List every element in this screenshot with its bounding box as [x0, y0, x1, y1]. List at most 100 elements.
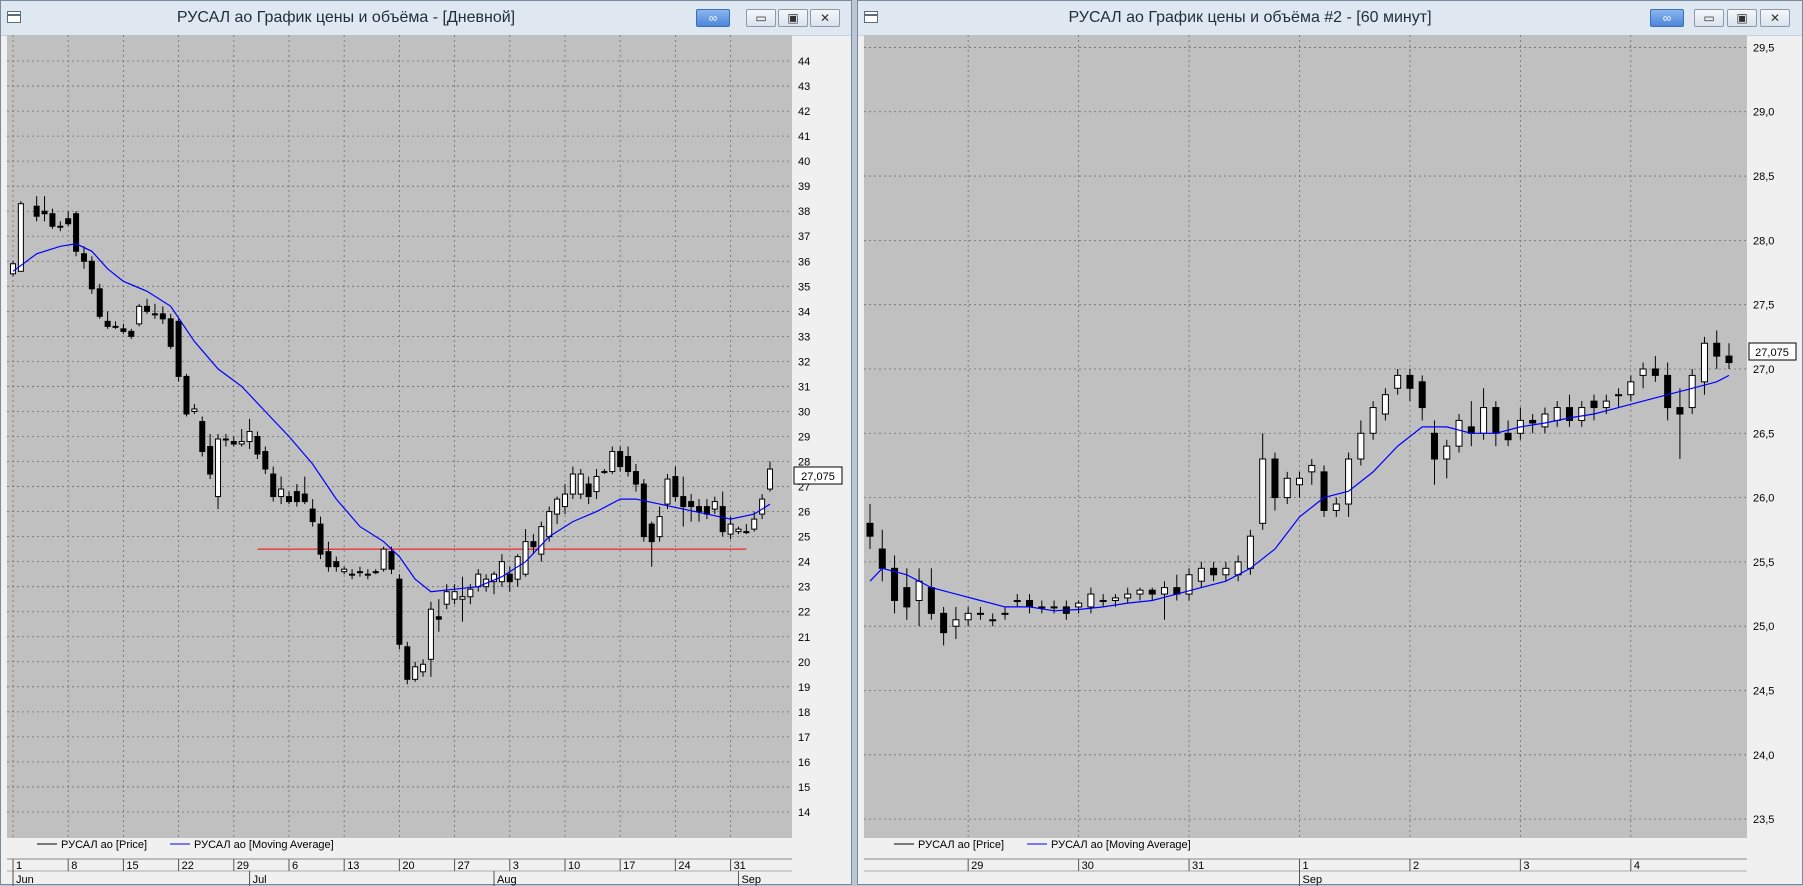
chart-area[interactable]: 14 15 16 17 18 19 20 21 22 23 24 25 26 27 28 29 30 31 32 33… [7, 35, 847, 886]
candle-body [866, 522, 874, 537]
candle-body [372, 571, 379, 574]
candle-body [293, 491, 300, 503]
candle-body [648, 523, 655, 543]
candle-body [1725, 355, 1733, 364]
y-tick-label: 34 [798, 306, 810, 318]
window-icon[interactable] [7, 11, 21, 23]
candle-body [1210, 567, 1218, 576]
candle-body [10, 263, 16, 275]
y-tick-label: 25 [798, 532, 810, 544]
x-tick-label: 1 [16, 860, 22, 872]
candle-body [609, 451, 616, 473]
x-tick-label: 8 [71, 860, 77, 872]
x-tick-label: 29 [237, 860, 249, 872]
candle-body [601, 471, 608, 474]
candle-body [427, 608, 434, 660]
maximize-button[interactable]: ▣ [1727, 9, 1757, 27]
candle-body [262, 451, 269, 470]
candle-body [530, 541, 537, 548]
x-tick-label: 6 [292, 860, 298, 872]
link-icon[interactable]: ∞ [1650, 9, 1684, 27]
x-tick-label: 31 [1192, 860, 1204, 872]
candle-body [915, 580, 923, 601]
y-tick-label: 25,5 [1753, 557, 1774, 569]
candle-body [1136, 589, 1144, 595]
candle-body [1271, 458, 1279, 499]
y-tick-label: 19 [798, 682, 810, 694]
candle-body [254, 436, 261, 455]
y-tick-label: 23 [798, 582, 810, 594]
chart-area[interactable]: 23,5 24,0 24,5 25,0 25,5 26,0 26,5 27,0 27,5 28,0… [864, 35, 1798, 886]
candle-body [554, 498, 561, 515]
window-icon[interactable] [864, 11, 878, 23]
y-axis: 1415161718192021222324252627282930313233… [798, 56, 810, 819]
candle-body [230, 441, 237, 445]
candle-body [569, 473, 576, 495]
candle-body [341, 568, 348, 573]
candle-body [1161, 587, 1169, 595]
link-icon[interactable]: ∞ [696, 9, 730, 27]
candle-body [80, 253, 87, 262]
candle-body [696, 506, 703, 513]
price-chart[interactable]: 1415161718192021222324252627282930313233… [7, 35, 847, 886]
legend-ma-label: РУСАЛ ао [Moving Average] [1051, 839, 1191, 851]
y-tick-label: 27,0 [1753, 364, 1774, 376]
candle-body [1627, 381, 1635, 396]
y-tick-label: 32 [798, 356, 810, 368]
legend: РУСАЛ ао [Price] РУСАЛ ао [Moving Averag… [37, 839, 334, 851]
close-button[interactable]: ✕ [810, 9, 840, 27]
candle-body [1345, 458, 1353, 505]
title-bar[interactable]: РУСАЛ ао График цены и объёма - [Дневной… [1, 1, 851, 36]
daily-chart-window[interactable]: РУСАЛ ао График цены и объёма - [Дневной… [0, 0, 852, 886]
x-tick-label: 22 [182, 860, 194, 872]
last-price-box: 27,075 [793, 466, 843, 485]
candle-body [435, 616, 442, 620]
minimize-button[interactable]: ▭ [746, 9, 776, 27]
hourly-chart-window[interactable]: РУСАЛ ао График цены и объёма #2 - [60 м… [857, 0, 1803, 886]
candle-body [120, 328, 127, 332]
candle-body [451, 591, 458, 600]
window-title: РУСАЛ ао График цены и объёма #2 - [60 м… [1068, 9, 1432, 26]
candle-body [41, 210, 48, 215]
candle-body [1308, 464, 1316, 473]
candle-body [1001, 612, 1009, 615]
candle-body [238, 441, 245, 445]
candle-body [1664, 374, 1672, 409]
candle-body [1026, 599, 1034, 608]
minimize-button[interactable]: ▭ [1694, 9, 1724, 27]
candle-body [1259, 458, 1267, 524]
candle-body [903, 587, 911, 608]
y-tick-label: 30 [798, 406, 810, 418]
candle-body [285, 496, 292, 503]
title-bar[interactable]: РУСАЛ ао График цены и объёма #2 - [60 м… [858, 1, 1802, 36]
y-tick-label: 29 [798, 432, 810, 444]
candle-body [751, 518, 758, 530]
y-tick-label: 29,5 [1753, 42, 1774, 54]
candle-body [191, 408, 198, 412]
y-tick-label: 31 [798, 381, 810, 393]
candle-body [1578, 407, 1586, 421]
candle-body [475, 573, 482, 588]
y-tick-label: 15 [798, 782, 810, 794]
y-tick-label: 24,0 [1753, 750, 1774, 762]
candle-body [325, 551, 332, 568]
candle-body [104, 320, 111, 327]
candle-body [246, 430, 253, 443]
maximize-button[interactable]: ▣ [778, 9, 808, 27]
candle-body [1406, 374, 1414, 389]
candle-body [112, 325, 119, 328]
candle-body [136, 305, 143, 325]
candle-body [278, 488, 285, 498]
y-tick-label: 22 [798, 607, 810, 619]
y-tick-label: 42 [798, 106, 810, 118]
candle-body [759, 498, 766, 515]
y-tick-label: 18 [798, 707, 810, 719]
price-chart[interactable]: 23,5 24,0 24,5 25,0 25,5 26,0 26,5 27,0 27,5 28,0… [864, 35, 1798, 886]
candle-body [1443, 445, 1451, 460]
y-tick-label: 26,5 [1753, 428, 1774, 440]
candle-body [1038, 606, 1046, 609]
candle-body [1394, 374, 1402, 389]
candle-body [317, 523, 324, 555]
candle-body [1418, 381, 1426, 409]
close-button[interactable]: ✕ [1760, 9, 1790, 27]
